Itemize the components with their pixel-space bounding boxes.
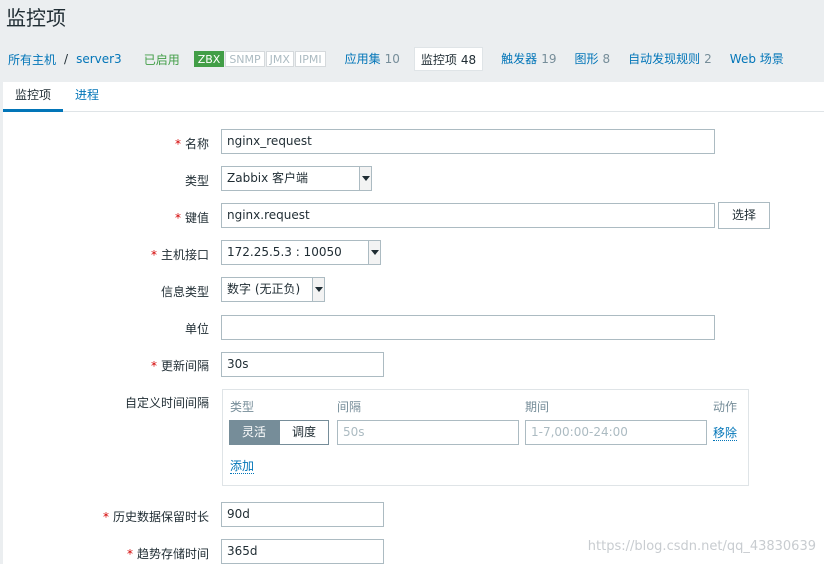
nav-applications[interactable]: 应用集 10: [345, 47, 400, 71]
key-label: * 键值: [175, 209, 209, 226]
chevron-down-icon: [368, 241, 380, 264]
interface-select[interactable]: 172.25.5.3 : 10050: [221, 240, 381, 265]
form-tabs: 监控项 进程: [3, 82, 824, 112]
interface-label-text: 主机接口: [160, 248, 209, 262]
page-title: 监控项: [6, 6, 66, 30]
interval-label: * 更新间隔: [151, 357, 209, 374]
interval-type-toggle: 灵活 调度: [229, 420, 330, 445]
select-key-button[interactable]: 选择: [718, 202, 770, 229]
nav-graphs[interactable]: 图形 8: [574, 47, 610, 71]
nav-triggers[interactable]: 触发器 19: [501, 47, 556, 71]
required-marker: *: [174, 137, 181, 151]
name-label: * 名称: [175, 135, 209, 152]
nav-applications-count: 10: [384, 52, 400, 66]
key-label-text: 键值: [184, 211, 209, 225]
required-marker: *: [150, 248, 157, 262]
add-link[interactable]: 添加: [230, 459, 255, 474]
badge-jmx: JMX: [265, 51, 294, 67]
trends-input[interactable]: 365d: [221, 539, 384, 564]
nav-discovery-rules[interactable]: 自动发现规则 2: [628, 47, 712, 71]
info-type-select[interactable]: 数字 (无正负): [221, 277, 325, 302]
interval-label-text: 更新间隔: [160, 359, 209, 373]
interface-label: * 主机接口: [151, 246, 209, 263]
trends-label: * 趋势存储时间: [127, 545, 209, 562]
history-label-text: 历史数据保留时长: [112, 510, 209, 524]
nav-items[interactable]: 监控项 48: [413, 47, 484, 71]
remove-link[interactable]: 移除: [713, 426, 738, 441]
nav-triggers-count: 19: [541, 52, 557, 66]
units-input[interactable]: [221, 315, 715, 340]
breadcrumb-host[interactable]: server3: [74, 52, 124, 66]
type-label: 类型: [184, 174, 209, 188]
tab-process[interactable]: 进程: [63, 82, 111, 111]
required-marker: *: [102, 510, 109, 524]
type-select[interactable]: Zabbix 客户端: [221, 166, 372, 191]
flexible-option[interactable]: 灵活: [229, 420, 280, 445]
custom-intervals-table: 类型 间隔 期间 动作 灵活 调度 50s 1-7,00:00-24:00 移除…: [222, 389, 749, 486]
col-interval: 间隔: [337, 400, 362, 414]
type-select-value: Zabbix 客户端: [227, 171, 309, 185]
name-label-text: 名称: [184, 137, 209, 151]
required-marker: *: [126, 547, 133, 561]
nav-items-label: 监控项: [420, 53, 457, 67]
history-label: * 历史数据保留时长: [103, 508, 209, 525]
watermark: https://blog.csdn.net/qq_43830639: [587, 539, 816, 554]
interval-input[interactable]: 30s: [221, 352, 384, 377]
custom-interval-input[interactable]: 50s: [337, 420, 519, 445]
required-marker: *: [174, 211, 181, 225]
col-period: 期间: [525, 400, 550, 414]
tab-item[interactable]: 监控项: [3, 82, 64, 112]
scheduling-option[interactable]: 调度: [279, 420, 330, 445]
col-type: 类型: [230, 400, 255, 414]
history-input[interactable]: 90d: [221, 502, 384, 527]
host-status[interactable]: 已启用: [144, 51, 180, 68]
units-label: 单位: [184, 322, 209, 336]
nav-triggers-label: 触发器: [501, 52, 538, 66]
badge-zbx: ZBX: [193, 51, 225, 67]
nav-web-label: Web 场景: [729, 52, 784, 66]
chevron-down-icon: [312, 278, 324, 301]
breadcrumb-separator: /: [64, 52, 69, 66]
key-input[interactable]: nginx.request: [221, 203, 715, 228]
nav-items-count: 48: [460, 53, 477, 67]
item-form: * 名称 nginx_request 类型 Zabbix 客户端 * 键值 ngin…: [3, 112, 824, 564]
nav-discovery-label: 自动发现规则: [628, 52, 701, 66]
nav-web-scenarios[interactable]: Web 场景: [730, 47, 784, 71]
nav-applications-label: 应用集: [344, 52, 381, 66]
nav-graphs-label: 图形: [574, 52, 599, 66]
col-action: 动作: [713, 400, 738, 414]
nav-discovery-count: 2: [704, 52, 712, 66]
name-input[interactable]: nginx_request: [221, 129, 715, 154]
interface-select-value: 172.25.5.3 : 10050: [227, 245, 342, 259]
chevron-down-icon: [359, 167, 371, 190]
required-marker: *: [150, 359, 157, 373]
info-type-label: 信息类型: [160, 285, 209, 299]
custom-period-input[interactable]: 1-7,00:00-24:00: [525, 420, 707, 445]
trends-label-text: 趋势存储时间: [136, 547, 209, 561]
info-type-select-value: 数字 (无正负): [227, 282, 301, 296]
custom-intervals-label: 自定义时间间隔: [124, 396, 209, 410]
badge-ipmi: IPMI: [294, 51, 326, 67]
host-navigation: 所有主机 / server3 已启用 ZBX SNMP JMX IPMI 应用集…: [0, 44, 824, 74]
breadcrumb-all-hosts[interactable]: 所有主机: [6, 51, 58, 68]
nav-graphs-count: 8: [602, 52, 611, 66]
badge-snmp: SNMP: [225, 51, 265, 67]
